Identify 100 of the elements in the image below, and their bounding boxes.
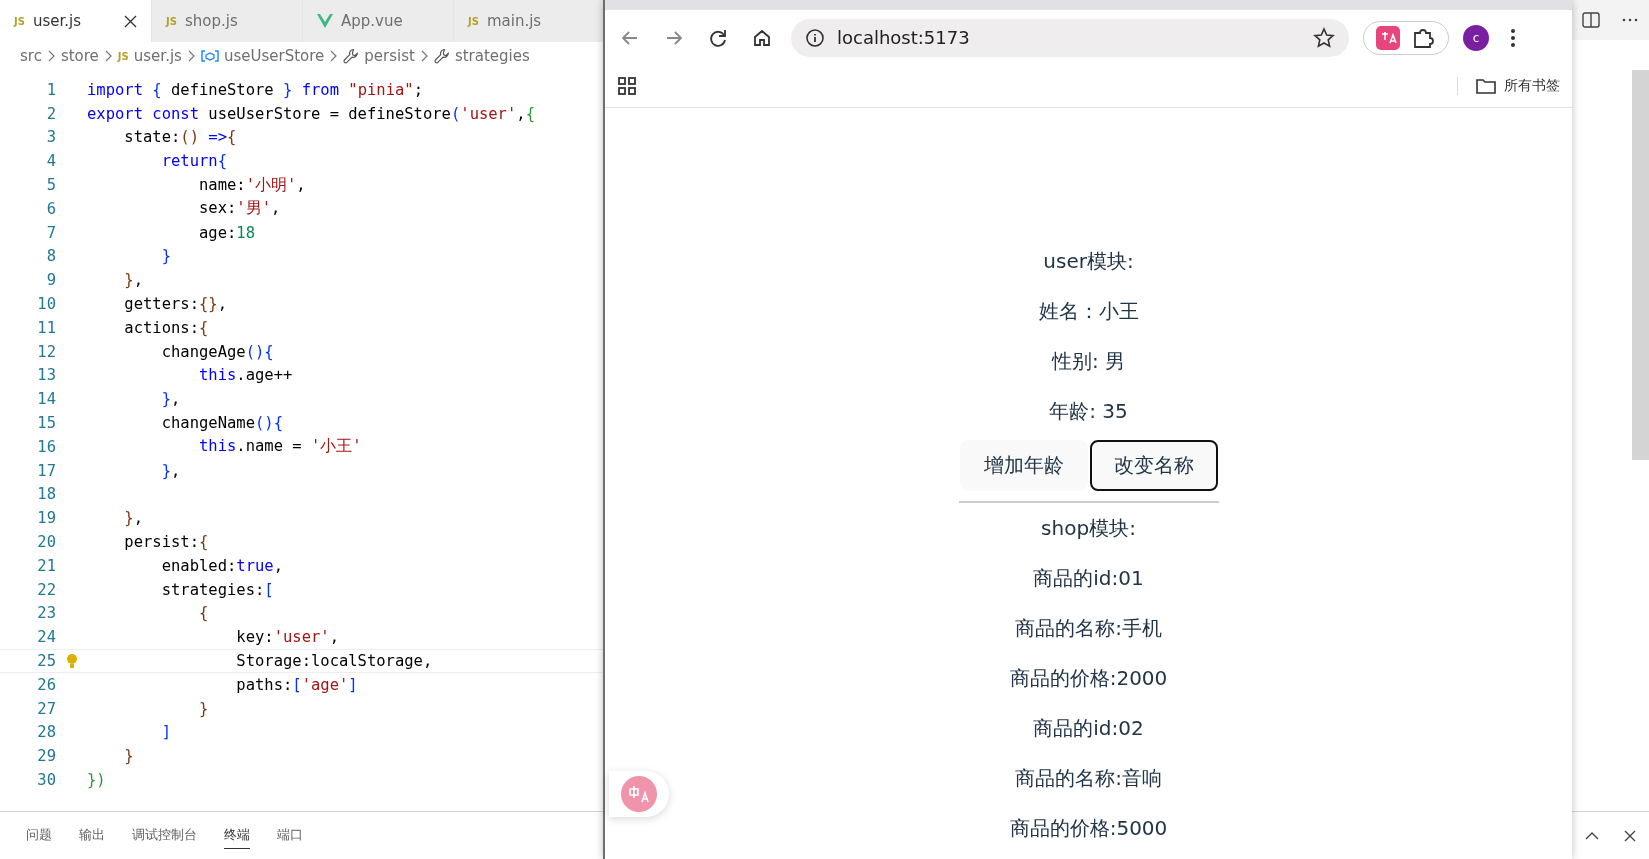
code-line: age:18 [197,223,255,242]
close-icon[interactable] [1624,829,1637,842]
code-line: }, [160,390,181,409]
code-line: }, [160,461,181,480]
line-number: 26 [36,675,56,694]
line-number: 29 [36,747,56,766]
code-line: state:() =>{ [123,128,237,147]
panel-tab[interactable]: 终端 [224,822,250,849]
editor-tab[interactable]: JS main.js [454,0,605,42]
line-number: 10 [36,295,56,314]
line-number: 30 [36,771,56,789]
line-number: 8 [45,247,56,266]
page-button[interactable]: 增加年龄 [959,440,1088,491]
vue-file-icon [317,14,333,28]
page-text: 性别: 男 [1051,347,1126,375]
line-number: 28 [36,723,56,742]
line-number: 9 [45,271,56,290]
editor-tab[interactable]: JS shop.js [152,0,303,42]
page-text: 商品的名称:音响 [1015,764,1162,792]
info-icon[interactable] [805,27,825,48]
breadcrumb-item[interactable]: src [20,47,42,65]
line-number: 24 [36,628,56,647]
code-line: { [197,604,209,623]
code-line: strategies:[ [160,580,274,599]
editor-tab[interactable]: App.vue [303,0,454,42]
code-line: name:'小明', [197,174,306,196]
address-bar[interactable]: localhost:5173 [791,18,1349,57]
line-number: 20 [36,533,56,552]
code-line: this.name = '小王' [197,436,362,458]
chevron-right-icon [420,50,428,62]
line-number: 5 [45,176,56,195]
chevron-right-icon [104,50,112,62]
breadcrumb-item[interactable]: persist [364,47,415,65]
page-text: 商品的价格:2000 [1009,664,1168,692]
line-number: 3 [45,128,56,147]
code-line: changeName(){ [160,414,283,433]
page-text: 年龄: 35 [1049,397,1128,425]
line-number: 16 [36,437,56,456]
code-line: paths:['age'] [235,675,358,694]
code-line: return{ [160,152,227,171]
code-line: } [160,247,171,266]
js-file-icon: JS [166,15,177,27]
code-line: export const useUserStore = defineStore('user',{ [87,104,535,123]
panel-tab[interactable]: 问题 [26,822,52,849]
breadcrumb-item[interactable]: user.js [133,47,182,65]
translate-icon[interactable] [1376,25,1400,50]
line-number: 18 [36,485,56,504]
line-number: 7 [45,223,56,242]
page-button[interactable]: 改变名称 [1089,440,1218,491]
variable-icon [200,49,219,63]
more-icon[interactable] [1620,17,1639,23]
code-line: changeAge(){ [160,342,274,361]
panel-tab[interactable]: 输出 [79,822,105,849]
code-line: key:'user', [235,628,339,647]
breadcrumb-item[interactable]: strategies [454,47,530,65]
page-text: 商品的id:02 [1033,714,1144,742]
breadcrumb-item[interactable]: useUserStore [223,47,325,65]
wrench-icon [433,48,450,64]
page-text: shop模块: [1041,514,1136,542]
close-icon[interactable] [124,14,137,28]
breadcrumb-item[interactable]: store [60,47,99,65]
code-line: }) [87,771,106,789]
line-number: 22 [36,580,56,599]
line-number: 11 [36,318,56,337]
page-text: 商品的id:01 [1033,564,1144,592]
line-number: 13 [36,366,56,385]
panel-tab[interactable]: 调试控制台 [132,822,197,849]
chevron-up-icon[interactable] [1584,830,1599,841]
wrench-icon [343,48,360,64]
line-number: 21 [36,556,56,575]
line-number: 14 [36,390,56,409]
line-number: 25 [36,652,56,670]
chevron-right-icon [47,50,55,62]
code-line: } [197,699,209,718]
code-line: enabled:true, [160,556,283,575]
page-text: 商品的名称:手机 [1015,614,1162,642]
star-icon[interactable] [1313,26,1335,49]
line-number: 19 [36,509,56,528]
code-line: persist:{ [123,533,209,552]
line-number: 17 [36,461,56,480]
apps-grid-icon[interactable] [617,76,637,96]
editor-tab[interactable]: JS user.js [0,0,152,42]
scrollbar[interactable] [1632,70,1649,460]
line-number: 4 [45,152,56,171]
split-editor-icon[interactable] [1582,12,1601,28]
panel-tab[interactable]: 端口 [277,822,303,849]
bookmarks-label[interactable]: 所有书签 [1504,77,1560,95]
code-line: ] [160,723,171,742]
code-line: sex:'男', [197,198,281,220]
line-number: 1 [45,80,56,99]
js-file-icon: JS [14,15,25,27]
line-number: 6 [45,199,56,218]
page-text: user模块: [1043,247,1134,275]
profile-avatar[interactable]: c [1463,24,1489,51]
folder-icon [1476,78,1496,94]
code-line: }, [123,271,143,290]
page-text: 姓名：小王 [1038,297,1139,325]
code-line: } [123,747,134,766]
line-number: 23 [36,604,56,623]
line-number: 12 [36,342,56,361]
